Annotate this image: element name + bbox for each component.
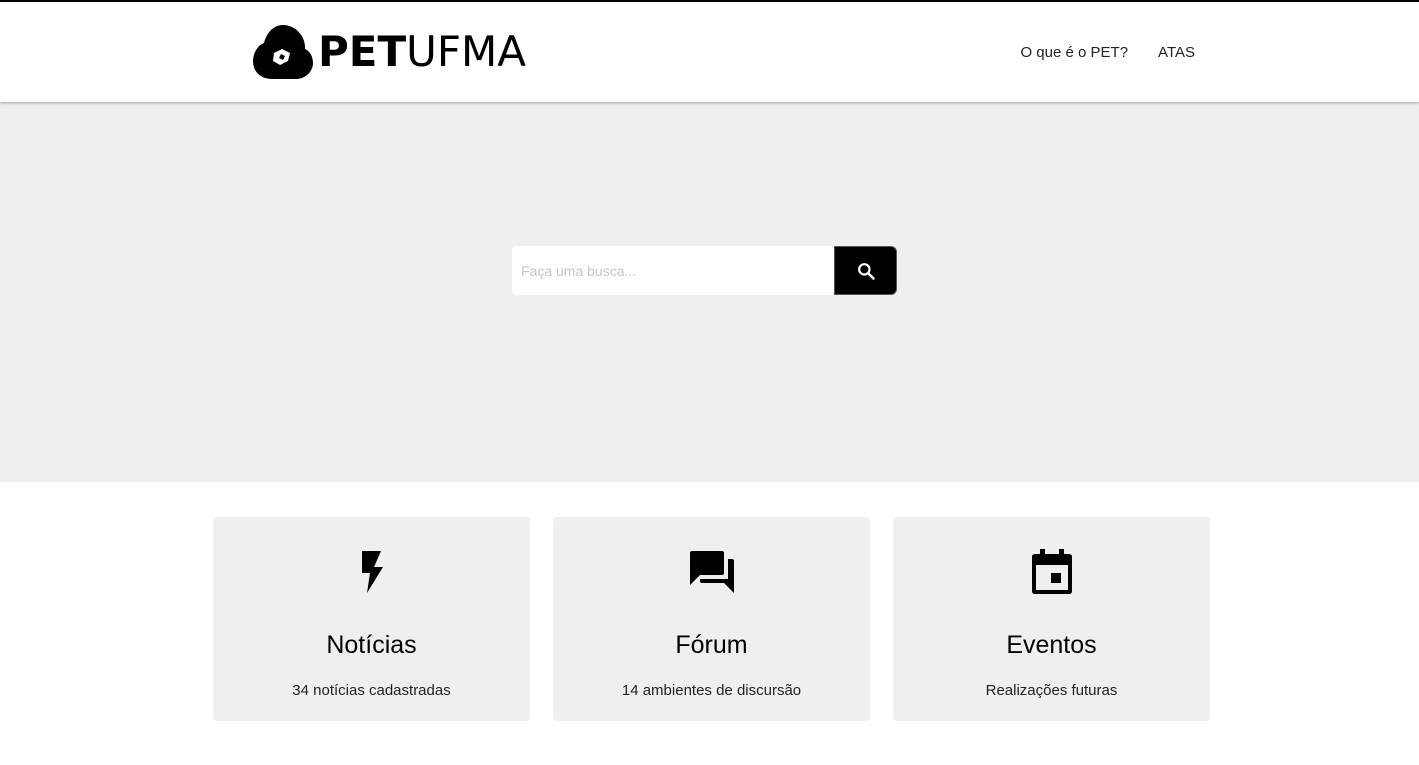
logo-text-pet: PET bbox=[318, 27, 407, 76]
card-subtitle: 14 ambientes de discursão bbox=[621, 682, 802, 699]
logo-text-ufma: UFMA bbox=[406, 27, 526, 76]
card-subtitle: Realizações futuras bbox=[985, 682, 1118, 699]
pet-logo-icon bbox=[253, 25, 313, 79]
main-nav: O que é o PET? ATAS bbox=[1020, 44, 1195, 61]
card-subtitle: 34 notícias cadastradas bbox=[292, 682, 451, 699]
search-button[interactable] bbox=[834, 246, 897, 295]
lightning-bolt-icon bbox=[361, 551, 383, 593]
nav-link-o-que-e-o-pet[interactable]: O que é o PET? bbox=[1020, 44, 1128, 61]
card-noticias[interactable]: Notícias 34 notícias cadastradas bbox=[213, 517, 530, 721]
hero-banner bbox=[0, 102, 1419, 482]
search-input[interactable] bbox=[512, 246, 834, 295]
card-title: Notícias bbox=[326, 631, 417, 659]
petufma-logo[interactable]: PETUFMA bbox=[252, 22, 526, 82]
card-title: Eventos bbox=[1006, 631, 1097, 659]
forum-icon bbox=[689, 551, 734, 593]
search-bar bbox=[512, 246, 897, 295]
nav-link-atas[interactable]: ATAS bbox=[1158, 44, 1195, 61]
card-forum[interactable]: Fórum 14 ambientes de discursão bbox=[553, 517, 870, 721]
card-eventos[interactable]: Eventos Realizações futuras bbox=[893, 517, 1210, 721]
search-icon bbox=[857, 262, 875, 280]
calendar-icon bbox=[1031, 549, 1072, 594]
feature-cards: Notícias 34 notícias cadastradas Fórum 1… bbox=[213, 517, 1210, 721]
card-title: Fórum bbox=[675, 631, 748, 659]
navbar: PETUFMA O que é o PET? ATAS bbox=[0, 2, 1419, 102]
